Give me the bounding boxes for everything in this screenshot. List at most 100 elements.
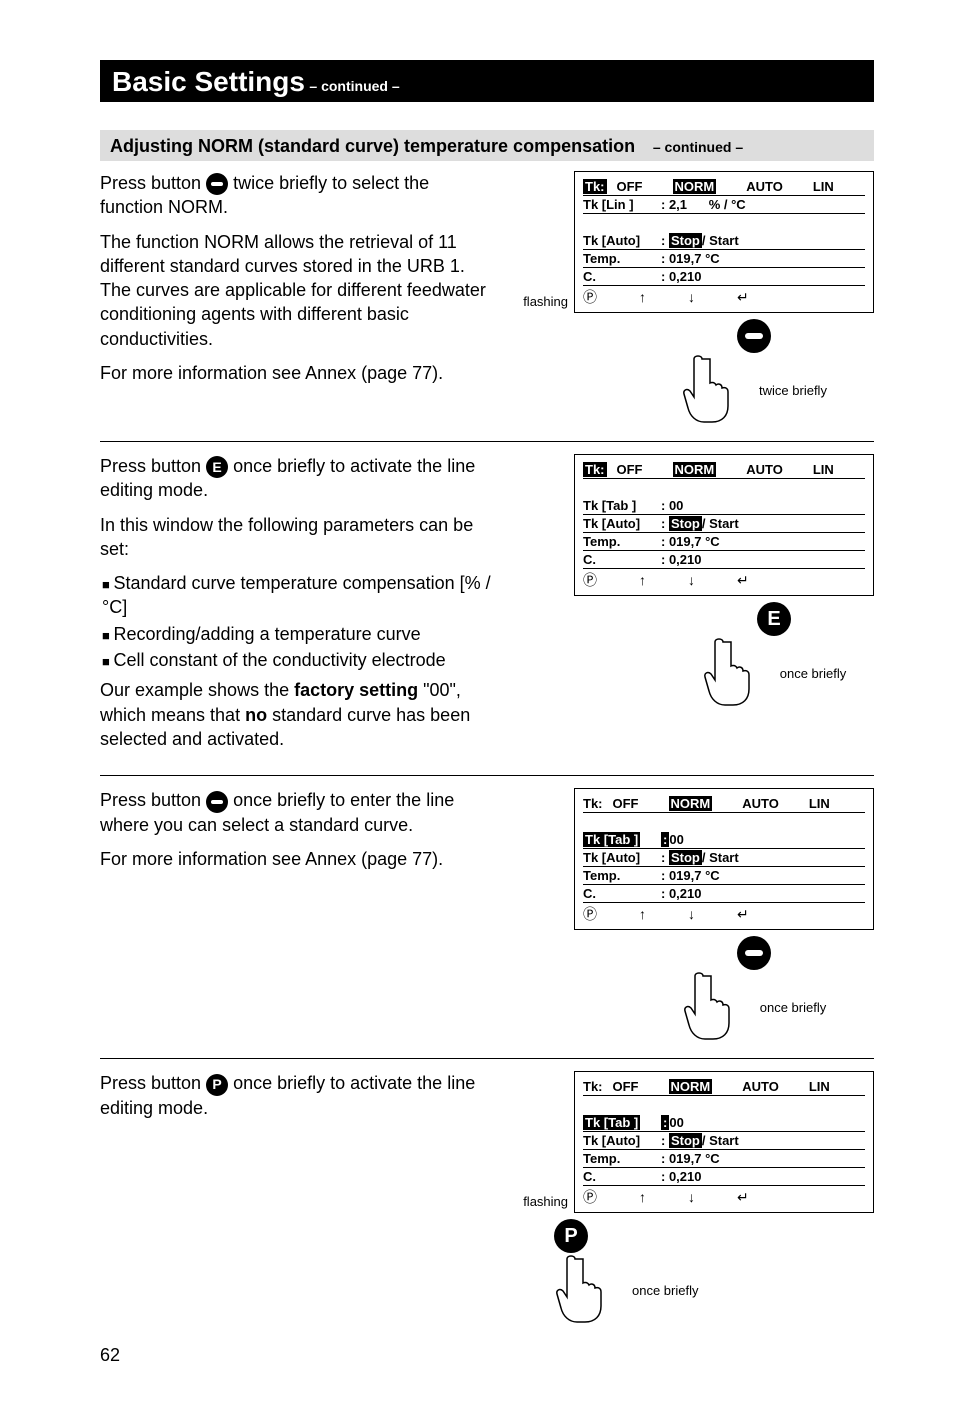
lcd-auto: AUTO [746,179,783,194]
block-3-right: Tk: OFF NORM AUTO LIN Tk [Tab ] : 00 [514,788,874,1044]
lcd-lin: LIN [813,179,834,194]
block-1-para3: For more information see Annex (page 77)… [100,361,496,385]
lcd-auto: AUTO [742,1079,779,1094]
title-bar: Basic Settings – continued – [100,60,874,102]
block-3: Press button once briefly to enter the l… [100,788,874,1044]
hand-pointer-icon [702,636,764,710]
text: Our example shows the [100,680,294,700]
lcd-p-icon: Ⓟ [583,904,597,924]
block-4: Press button P once briefly to activate … [100,1071,874,1327]
divider [100,1058,874,1059]
block-4-para1: Press button P once briefly to activate … [100,1071,496,1120]
text: Press button [100,456,206,476]
lcd-row-k: Tk [Auto] [583,233,661,248]
lcd-down-icon: ↓ [688,906,695,922]
block-2: Press button E once briefly to activate … [100,454,874,761]
lcd-tk-label: Tk: [583,1079,603,1094]
lcd-stop: Stop [669,850,702,865]
lcd-auto: AUTO [746,462,783,477]
lcd-auto: AUTO [742,796,779,811]
down-slot-button-icon [737,319,771,353]
lcd-row-v: : 0,210 [661,552,865,567]
block-2-para2: In this window the following parameters … [100,513,496,562]
text: Press button [100,1073,206,1093]
lcd-lin: LIN [809,796,830,811]
text: Press button [100,790,206,810]
lcd-2: Tk: OFF NORM AUTO LIN Tk [Tab ] : 00 [574,454,874,596]
text-bold: factory setting [294,680,418,700]
lcd-gap [583,813,865,831]
lcd-row-v: : 00 [661,498,865,513]
hand-pointer-icon [681,353,743,427]
lcd-lin: LIN [813,462,834,477]
block-2-right: Tk: OFF NORM AUTO LIN Tk [Tab ] : 00 [514,454,874,710]
lcd-norm: NORM [673,179,717,194]
lcd-p-icon: Ⓟ [583,287,597,307]
spacer [514,926,574,930]
lcd-off: OFF [613,1079,639,1094]
lcd-enter-icon: ↵ [737,906,749,923]
lcd-down-icon: ↓ [688,572,695,588]
lcd-lin: LIN [809,1079,830,1094]
text: Press button [100,173,206,193]
lcd-row-k: C. [583,1169,661,1184]
lcd-stop: Stop [669,516,702,531]
divider [100,441,874,442]
page-number: 62 [100,1345,874,1366]
divider [100,775,874,776]
lcd-row-v: : 019,7 °C [661,251,865,266]
down-slot-button-icon [737,936,771,970]
lcd-row-k: Tk [Lin ] [583,197,661,212]
lcd-row-v: : 2,1 [661,197,687,212]
lcd-row-k: Temp. [583,251,661,266]
lcd-stop: Stop [669,1133,702,1148]
lcd-up-icon: ↑ [639,572,646,588]
e-button-icon: E [757,602,791,636]
block-1-para2: The function NORM allows the retrieval o… [100,230,496,351]
block-4-text: Press button P once briefly to activate … [100,1071,514,1130]
lcd-enter-icon: ↵ [737,1189,749,1206]
lcd-row-v: : 0,210 [661,886,865,901]
lcd-row-v: : 019,7 °C [661,1151,865,1166]
lcd-row-k: Temp. [583,1151,661,1166]
block-3-para1: Press button once briefly to enter the l… [100,788,496,837]
block-2-para3: Our example shows the factory setting "0… [100,678,496,751]
text-bold: no [245,705,267,725]
lcd-enter-icon: ↵ [737,289,749,306]
lcd-row-k: Tk [Auto] [583,850,661,865]
lcd-4: Tk: OFF NORM AUTO LIN Tk [Tab ] : 00 [574,1071,874,1213]
page-title: Basic Settings [112,66,305,97]
hand-pointer-icon [682,970,744,1044]
hand-pointer-icon [554,1253,616,1327]
letter: E [767,608,780,631]
hand-caption: twice briefly [759,383,827,398]
lcd-down-icon: ↓ [688,1189,695,1205]
lcd-row-k: C. [583,552,661,567]
lcd-row-v: 00 [669,1115,683,1130]
lcd-1: Tk: OFF NORM AUTO LIN Tk [Lin ] : 2,1 % … [574,171,874,313]
lcd-start: / Start [702,1133,739,1148]
block-1-para1: Press button twice briefly to select the… [100,171,496,220]
lcd-up-icon: ↑ [639,1189,646,1205]
section-sub: – continued – [653,139,743,155]
block-1: Press button twice briefly to select the… [100,171,874,427]
block-3-text: Press button once briefly to enter the l… [100,788,514,881]
lcd-3: Tk: OFF NORM AUTO LIN Tk [Tab ] : 00 [574,788,874,930]
lcd-row-k: Temp. [583,868,661,883]
lcd-p-icon: Ⓟ [583,570,597,590]
lcd-off: OFF [617,462,643,477]
block-2-para1: Press button E once briefly to activate … [100,454,496,503]
block-3-para2: For more information see Annex (page 77)… [100,847,496,871]
flashing-label: flashing [514,294,574,313]
lcd-enter-icon: ↵ [737,572,749,589]
list-item: Recording/adding a temperature curve [102,622,496,646]
lcd-gap [583,1096,865,1114]
lcd-tk-label: Tk: [583,462,607,477]
e-button-icon: E [206,456,228,478]
lcd-row-k: Tk [Tab ] [583,1115,640,1130]
section-header: Adjusting NORM (standard curve) temperat… [100,130,874,161]
lcd-off: OFF [617,179,643,194]
lcd-tk-label: Tk: [583,796,603,811]
hand-caption: once briefly [760,1000,826,1015]
p-button-icon: P [206,1074,228,1096]
